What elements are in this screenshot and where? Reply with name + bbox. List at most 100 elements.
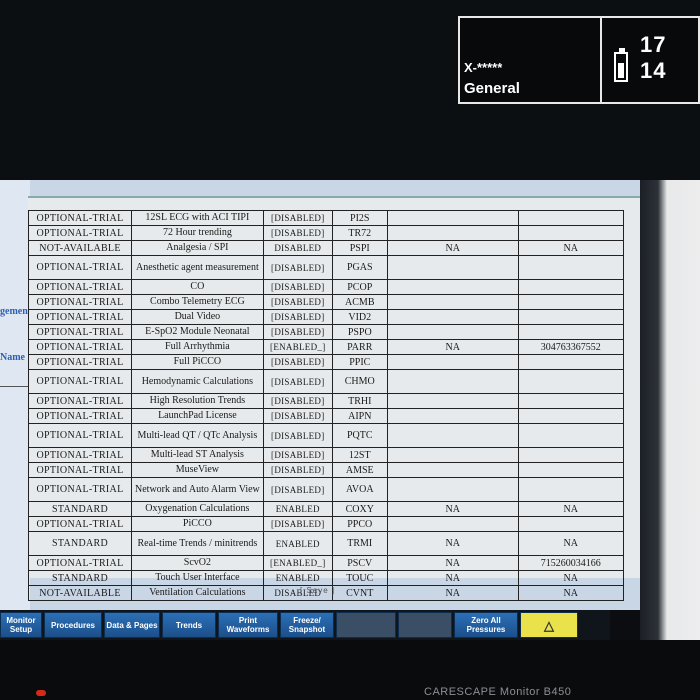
option-state: [DISABLED]	[262, 423, 333, 448]
option-name: Dual Video	[131, 309, 264, 325]
option-state: [ENABLED_]	[262, 555, 333, 571]
left-menu-label-name[interactable]: Name	[0, 352, 25, 363]
bottom-bezel	[0, 640, 700, 700]
option-code: 12ST	[331, 447, 388, 463]
option-code: ACMB	[331, 294, 388, 310]
option-status: OPTIONAL-TRIAL	[28, 339, 132, 355]
option-value-1: NA	[386, 555, 519, 571]
option-value-1: NA	[386, 531, 519, 556]
option-state: [DISABLED]	[262, 462, 333, 478]
option-name: CO	[131, 279, 264, 295]
battery-icon	[614, 48, 628, 82]
option-value-2	[517, 324, 624, 340]
option-value-1	[386, 393, 519, 409]
option-value-1	[386, 309, 519, 325]
freeze-snapshot-button[interactable]: Freeze/ Snapshot	[280, 612, 334, 638]
table-row: OPTIONAL-TRIAL 12SL ECG with ACI TIPI [DIS…	[28, 210, 624, 226]
option-name: Touch User Interface	[131, 570, 264, 586]
option-code: PPIC	[331, 354, 388, 370]
table-row: OPTIONAL-TRIAL E-SpO2 Module Neonatal [DIS…	[28, 324, 624, 340]
option-code: TR72	[331, 225, 388, 241]
option-value-1: NA	[386, 339, 519, 355]
zero-all-pressures-button[interactable]: Zero All Pressures	[454, 612, 518, 638]
option-name: 72 Hour trending	[131, 225, 264, 241]
bottom-toolbar: Monitor Setup Procedures Data & Pages Trend…	[0, 610, 610, 640]
option-status: OPTIONAL-TRIAL	[28, 279, 132, 295]
option-status: STANDARD	[28, 570, 132, 586]
option-value-1	[386, 516, 519, 532]
option-value-1	[386, 462, 519, 478]
option-value-2	[517, 516, 624, 532]
option-status: OPTIONAL-TRIAL	[28, 462, 132, 478]
table-row: OPTIONAL-TRIAL MuseView [DISABLED] AMSE	[28, 462, 624, 478]
option-name: PiCCO	[131, 516, 264, 532]
procedures-button[interactable]: Procedures	[44, 612, 102, 638]
left-menu-label-management[interactable]: gement	[0, 306, 31, 317]
option-code: AMSE	[331, 462, 388, 478]
table-row: OPTIONAL-TRIAL Full Arrhythmia [ENABLED_] P…	[28, 339, 624, 355]
data-pages-button[interactable]: Data & Pages	[104, 612, 160, 638]
option-name: E-SpO2 Module Neonatal	[131, 324, 264, 340]
option-value-2: 304763367552	[517, 339, 624, 355]
option-code: PGAS	[331, 255, 388, 280]
option-value-1: NA	[386, 240, 519, 256]
patient-status-box: X-***** General 17 14	[458, 16, 700, 104]
option-value-1	[386, 354, 519, 370]
software-options-table: OPTIONAL-TRIAL 12SL ECG with ACI TIPI [DIS…	[28, 210, 624, 601]
option-status: OPTIONAL-TRIAL	[28, 447, 132, 463]
option-value-2	[517, 225, 624, 241]
option-status: OPTIONAL-TRIAL	[28, 225, 132, 241]
table-row: OPTIONAL-TRIAL CO [DISABLED] PCOP	[28, 279, 624, 295]
option-name: 12SL ECG with ACI TIPI	[131, 210, 264, 226]
blank-7-button[interactable]	[398, 612, 452, 638]
option-state: [DISABLED]	[262, 477, 333, 502]
device-brand: CARESCAPE Monitor B450	[424, 686, 572, 698]
option-value-2	[517, 408, 624, 424]
option-code: TRMI	[331, 531, 388, 556]
option-state: [DISABLED]	[262, 369, 333, 394]
save-button[interactable]: [ Save ]	[300, 586, 335, 595]
option-status: OPTIONAL-TRIAL	[28, 294, 132, 310]
option-name: Full Arrhythmia	[131, 339, 264, 355]
option-status: STANDARD	[28, 501, 132, 517]
main-screen: gement Name OPTIONAL-TRIAL 12SL ECG with …	[0, 180, 700, 610]
option-name: Full PiCCO	[131, 354, 264, 370]
option-state: [DISABLED]	[262, 210, 333, 226]
table-row: OPTIONAL-TRIAL Anesthetic agent measureme…	[28, 255, 624, 280]
option-value-1	[386, 447, 519, 463]
trends-button[interactable]: Trends	[162, 612, 216, 638]
table-row: OPTIONAL-TRIAL ScvO2 [ENABLED_] PSCV NA 71526…	[28, 555, 624, 571]
right-device-frame	[640, 180, 700, 700]
option-code: PSPO	[331, 324, 388, 340]
option-value-1: NA	[386, 585, 519, 601]
table-row: OPTIONAL-TRIAL LaunchPad License [DISABLED…	[28, 408, 624, 424]
option-value-1	[386, 423, 519, 448]
option-name: Multi-lead ST Analysis	[131, 447, 264, 463]
option-name: LaunchPad License	[131, 408, 264, 424]
bell-icon: △	[544, 617, 554, 633]
monitor-setup-button[interactable]: Monitor Setup	[0, 612, 42, 638]
option-state: ENABLED	[262, 570, 333, 586]
option-code: VID2	[331, 309, 388, 325]
left-panel	[0, 180, 30, 610]
option-value-2: NA	[517, 585, 624, 601]
patient-id: X-*****	[464, 60, 503, 75]
option-status: OPTIONAL-TRIAL	[28, 369, 132, 394]
option-state: [DISABLED]	[262, 516, 333, 532]
alarm-silence-button[interactable]: △	[520, 612, 578, 638]
option-value-2	[517, 309, 624, 325]
option-state: ENABLED	[262, 531, 333, 556]
table-row: OPTIONAL-TRIAL Multi-lead QT / QTc Analys…	[28, 423, 624, 448]
power-led-icon	[36, 690, 46, 696]
print-waveforms-button[interactable]: Print Waveforms	[218, 612, 278, 638]
option-name: Analgesia / SPI	[131, 240, 264, 256]
option-value-2	[517, 423, 624, 448]
care-unit: General	[464, 80, 520, 97]
option-status: OPTIONAL-TRIAL	[28, 408, 132, 424]
blank-6-button[interactable]	[336, 612, 396, 638]
option-value-2: NA	[517, 240, 624, 256]
option-value-1	[386, 369, 519, 394]
table-row: OPTIONAL-TRIAL Full PiCCO [DISABLED] PPIC	[28, 354, 624, 370]
option-code: PARR	[331, 339, 388, 355]
table-row: STANDARD Real-time Trends / minitrends ENA…	[28, 531, 624, 556]
